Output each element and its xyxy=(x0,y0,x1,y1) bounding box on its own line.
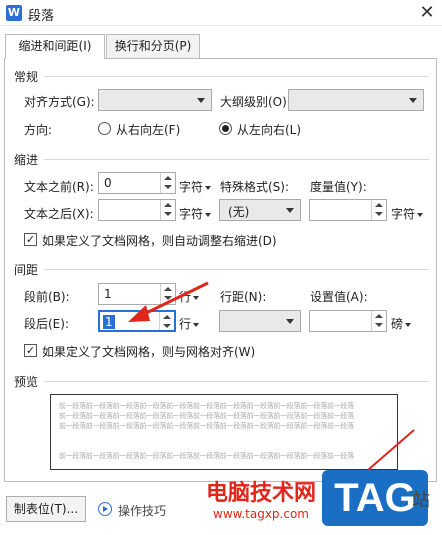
tab-indent-spacing[interactable]: 缩进和间距(I) xyxy=(5,34,105,59)
watermark-url: www.tagxp.com xyxy=(213,507,309,521)
watermark-site-name: 电脑技术网 xyxy=(206,481,317,506)
watermark-suffix: 站 xyxy=(412,490,430,511)
annotation-arrows xyxy=(128,281,415,471)
annotation-arrow-head xyxy=(128,305,150,322)
annotation-arrow-line xyxy=(139,281,209,318)
annotation-arrow-line xyxy=(367,429,415,471)
